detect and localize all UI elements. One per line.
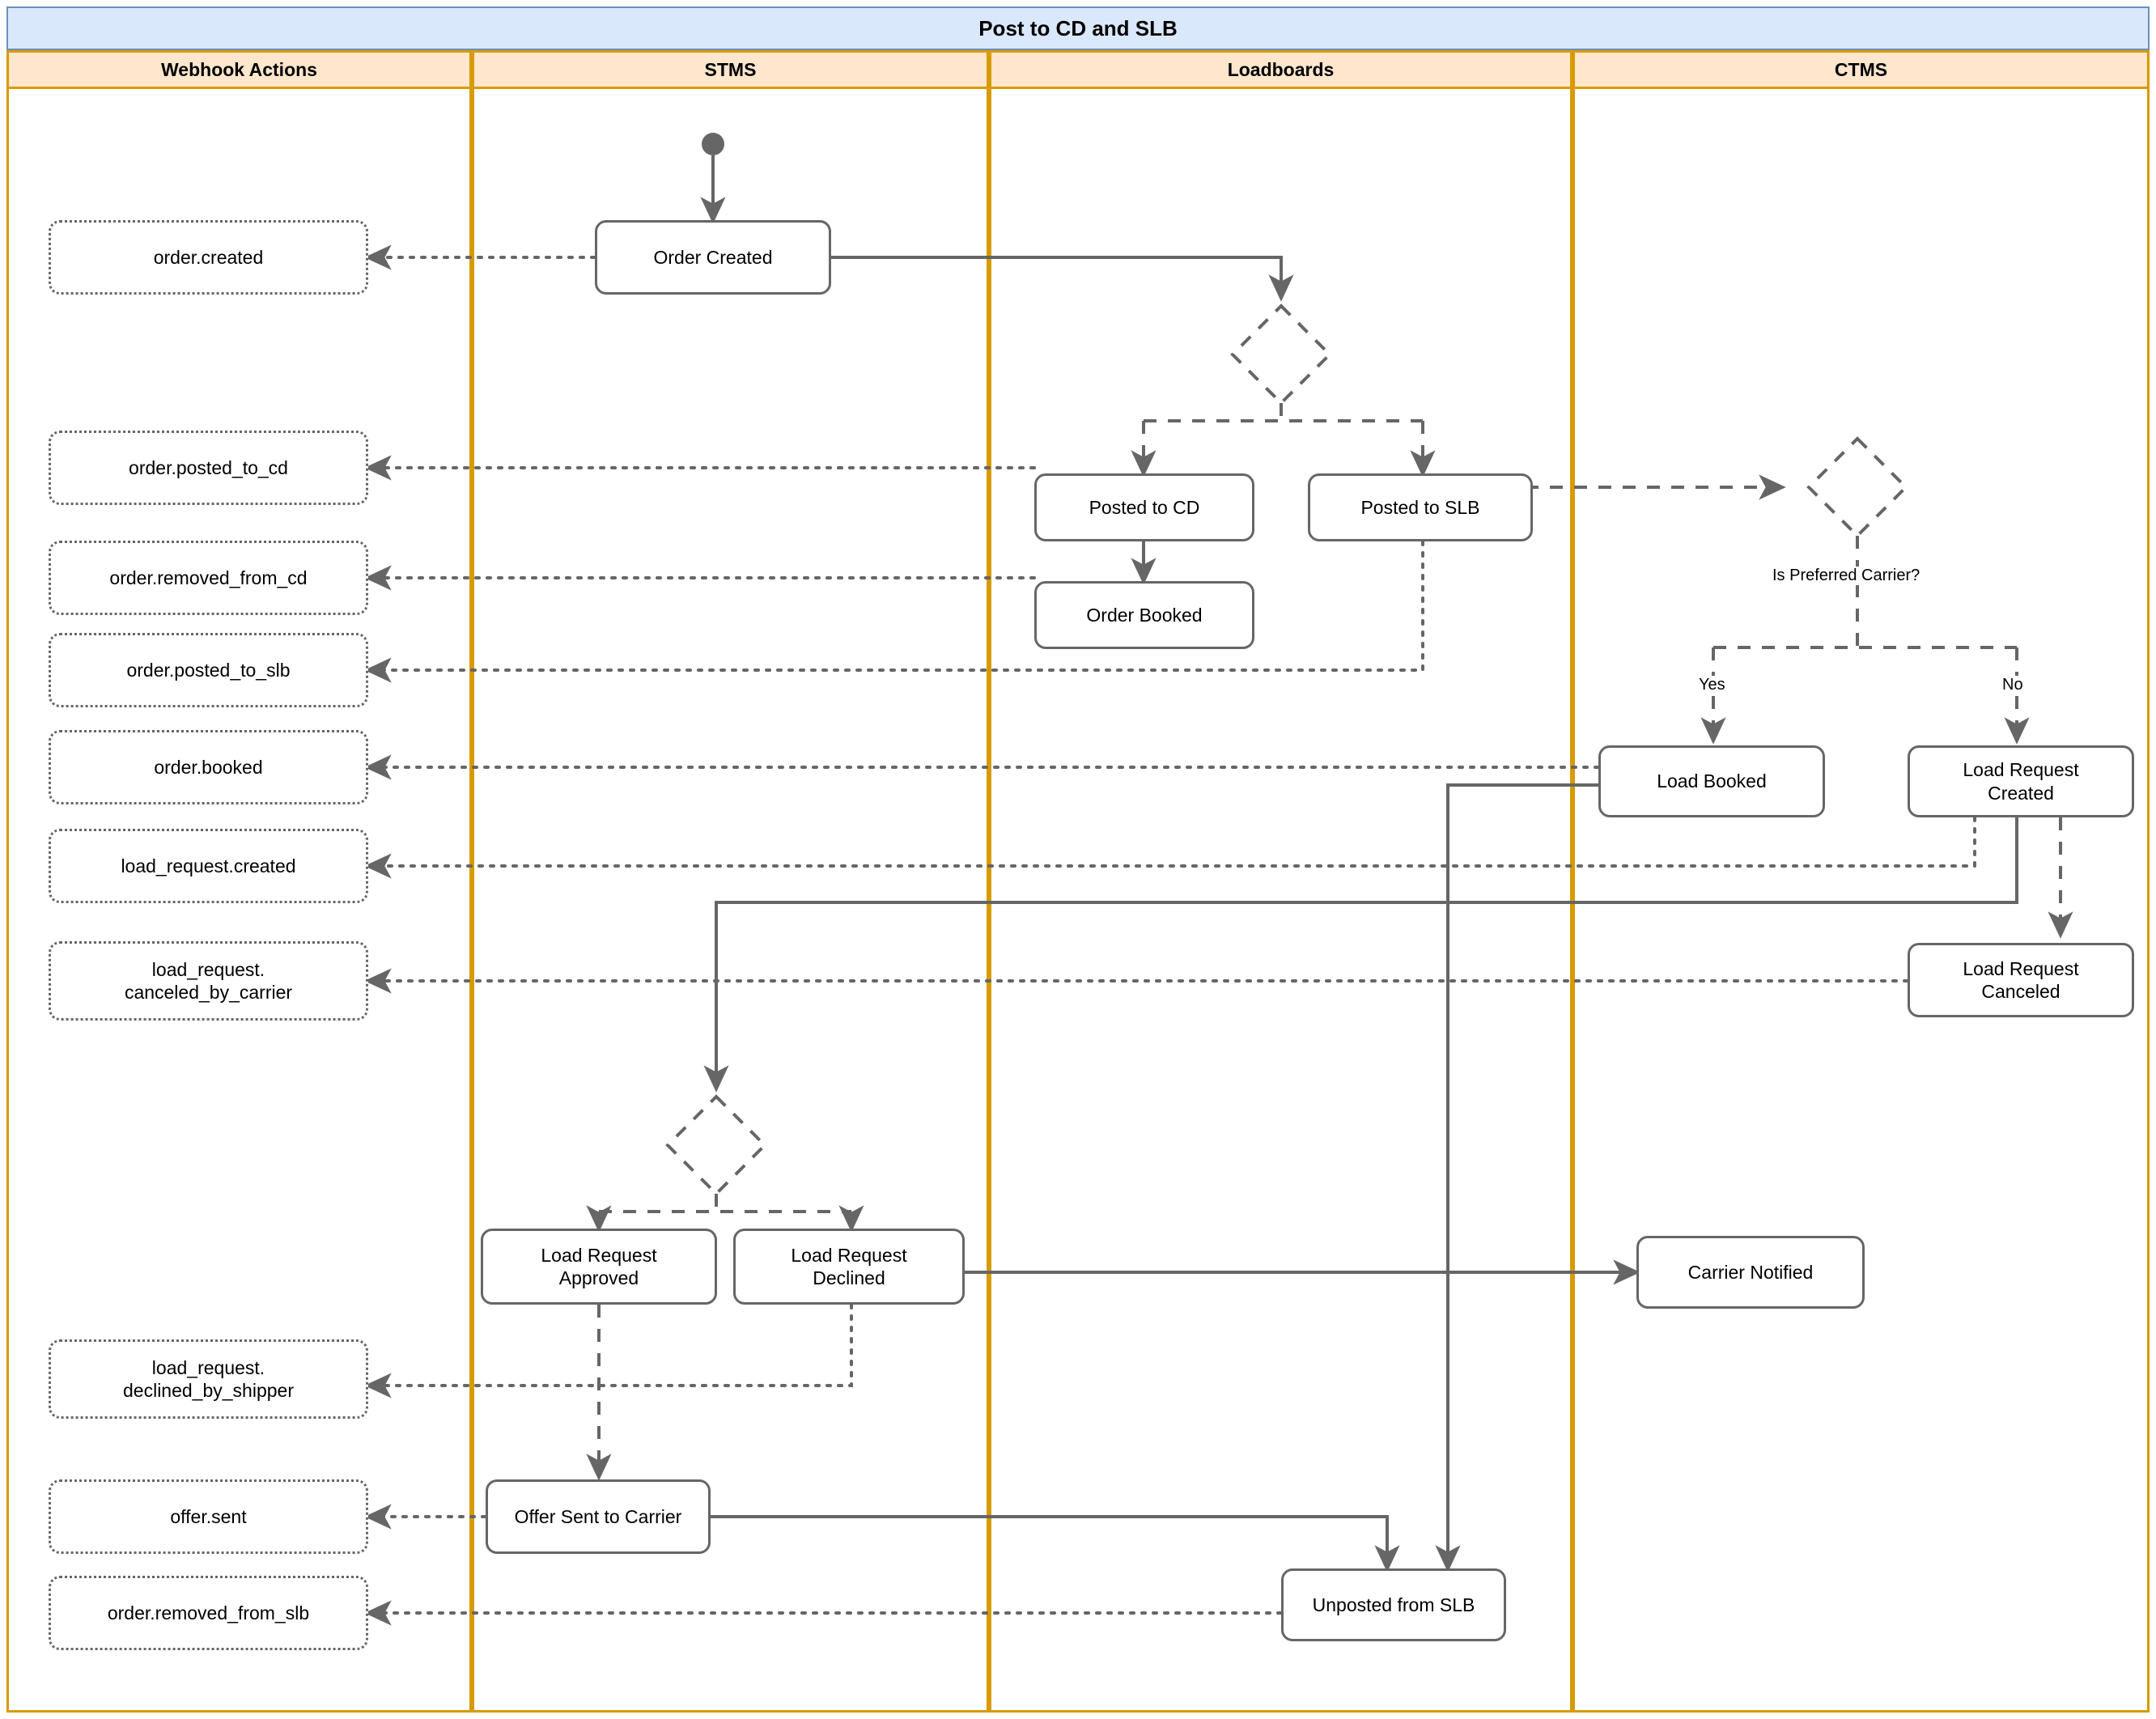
node-label-line2: Created: [1988, 782, 2054, 804]
post-decision-diamond: [1230, 303, 1332, 405]
webhook-node-order-removed-from-cd[interactable]: order.removed_from_cd: [49, 541, 368, 615]
edge-label-is-preferred-carrier: Is Preferred Carrier?: [1769, 567, 1924, 585]
edge-label-yes: Yes: [1696, 676, 1729, 694]
edge-load-request-created-webhook: [364, 816, 1976, 879]
webhook-label-line2: canceled_by_carrier: [124, 982, 293, 1003]
node-offer-sent-to-carrier[interactable]: Offer Sent to Carrier: [486, 1479, 711, 1554]
node-posted-to-slb[interactable]: Posted to SLB: [1308, 473, 1533, 541]
node-label-line2: Canceled: [1981, 981, 2061, 1002]
node-label-line1: Load Request: [791, 1244, 907, 1266]
node-order-created[interactable]: Order Created: [595, 220, 831, 295]
node-load-request-canceled[interactable]: Load Request Canceled: [1908, 943, 2134, 1017]
webhook-label-line1: load_request.: [151, 1356, 265, 1378]
edge-offer-sent-to-unposted-from-slb: [711, 1515, 1400, 1573]
node-load-booked[interactable]: Load Booked: [1598, 745, 1825, 817]
webhook-node-order-booked[interactable]: order.booked: [49, 730, 368, 804]
node-load-request-created[interactable]: Load Request Created: [1908, 745, 2134, 817]
webhook-node-order-posted-to-slb[interactable]: order.posted_to_slb: [49, 633, 368, 707]
webhook-node-load-request-created[interactable]: load_request.created: [49, 829, 368, 903]
webhook-node-order-created[interactable]: order.created: [49, 220, 368, 295]
node-order-booked[interactable]: Order Booked: [1034, 581, 1254, 649]
node-label-line1: Load Request: [541, 1244, 657, 1266]
node-label-line1: Load Request: [1963, 957, 2079, 979]
node-label-line1: Load Request: [1963, 759, 2079, 781]
node-label-line2: Approved: [558, 1267, 639, 1288]
node-label-line2: Declined: [813, 1267, 885, 1288]
edge-load-request-declined-by-shipper-webhook: [364, 1303, 853, 1399]
webhook-node-order-posted-to-cd[interactable]: order.posted_to_cd: [49, 431, 368, 505]
webhook-label-line1: load_request.: [151, 958, 265, 980]
edge-load-request-created-to-approval-decision: [703, 817, 2018, 1093]
webhook-node-load-request-declined-by-shipper[interactable]: load_request. declined_by_shipper: [49, 1339, 368, 1419]
edge-order-created-to-post-decision: [831, 256, 1294, 302]
webhook-node-order-removed-from-slb[interactable]: order.removed_from_slb: [49, 1576, 368, 1650]
edge-order-posted-to-slb-webhook: [364, 528, 1424, 683]
node-posted-to-cd[interactable]: Posted to CD: [1034, 473, 1254, 541]
node-load-request-declined[interactable]: Load Request Declined: [733, 1229, 965, 1305]
start-node: [702, 133, 724, 155]
approval-decision-diamond: [665, 1094, 767, 1196]
edge-label-no: No: [1999, 676, 2027, 694]
webhook-node-offer-sent[interactable]: offer.sent: [49, 1479, 368, 1554]
webhook-label-line2: declined_by_shipper: [123, 1380, 294, 1401]
preferred-carrier-decision-diamond: [1806, 436, 1908, 538]
webhook-node-load-request-canceled-by-carrier[interactable]: load_request. canceled_by_carrier: [49, 941, 368, 1021]
diagram-canvas: Post to CD and SLB Webhook Actions STMS …: [0, 0, 2156, 1719]
node-unposted-from-slb[interactable]: Unposted from SLB: [1281, 1568, 1506, 1641]
node-carrier-notified[interactable]: Carrier Notified: [1636, 1236, 1865, 1309]
node-load-request-approved[interactable]: Load Request Approved: [481, 1229, 717, 1305]
